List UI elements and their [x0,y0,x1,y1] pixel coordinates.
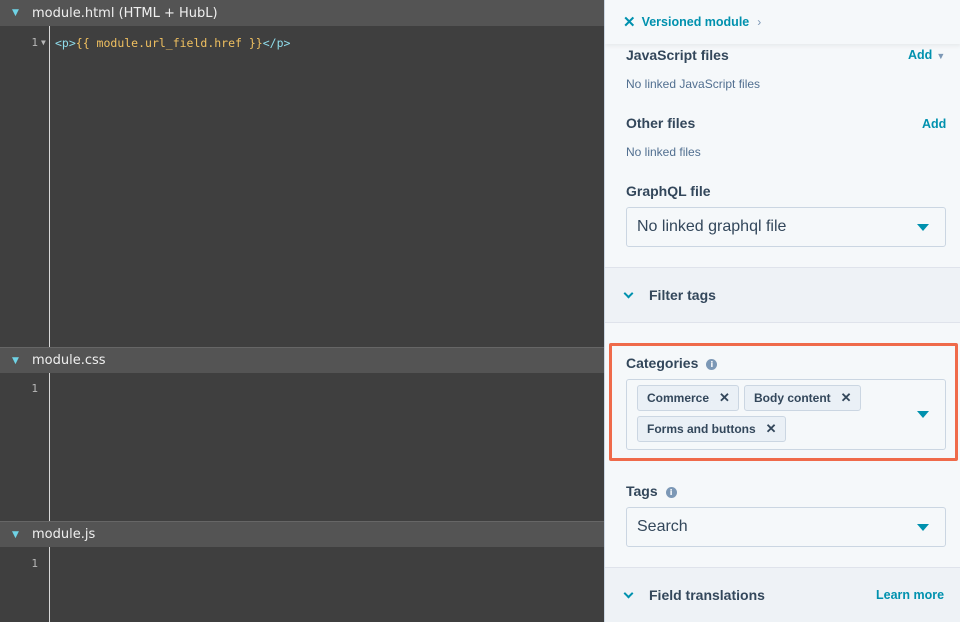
other-files-empty-text: No linked files [626,145,701,159]
fold-arrow-icon[interactable]: ▼ [41,35,46,51]
caret-down-icon [917,524,929,531]
js-pane: ▼ module.js 1 [0,521,604,622]
caret-down-icon [917,224,929,231]
chip-label: Commerce [647,391,710,405]
info-icon[interactable]: i [665,487,677,498]
divider [605,322,960,323]
filter-tags-title: Filter tags [649,287,716,303]
js-pane-body[interactable]: 1 [0,547,604,622]
code-line[interactable]: 1 ▼ <p>{{ module.url_field.href }}</p> [0,35,604,51]
tags-search-select[interactable]: Search [626,507,946,547]
js-pane-header[interactable]: ▼ module.js [0,521,604,547]
add-other-file-button[interactable]: Add [922,117,946,131]
html-pane-title: module.html (HTML + HubL) [32,5,218,21]
chip-label: Forms and buttons [647,422,756,436]
css-pane-body[interactable]: 1 [0,373,604,521]
learn-more-link[interactable]: Learn more [876,588,944,602]
category-chip-commerce: Commerce ✕ [637,385,739,411]
categories-title: Categories i [626,355,718,371]
graphql-file-select-value: No linked graphql file [637,218,787,235]
field-translations-accordion[interactable]: Field translations Learn more [605,568,960,622]
css-pane-header[interactable]: ▼ module.css [0,347,604,373]
code-line[interactable]: 1 [0,556,604,572]
graphql-file-title: GraphQL file [626,183,711,199]
module-settings-sidebar: ✕ Versioned module › JavaScript files Ad… [604,0,960,622]
add-label: Add [908,48,933,62]
code-editor: ▼ module.html (HTML + HubL) 1 ▼ <p>{{ mo… [0,0,604,622]
caret-down-icon[interactable] [917,411,929,418]
line-number: 1 [31,382,38,395]
chevron-down-icon [623,588,634,599]
categories-multiselect[interactable]: Commerce ✕ Body content ✕ Forms and butt… [626,379,946,450]
html-pane-body[interactable]: 1 ▼ <p>{{ module.url_field.href }}</p> [0,26,604,347]
versioned-module-link[interactable]: Versioned module [642,15,750,29]
add-javascript-file-button[interactable]: Add ▼ [908,48,945,62]
chip-label: Body content [754,391,831,405]
caret-down-icon: ▼ [936,51,946,61]
remove-chip-icon[interactable]: ✕ [719,390,730,406]
field-translations-title: Field translations [649,587,765,603]
graphql-file-select[interactable]: No linked graphql file [626,207,946,247]
css-pane-title: module.css [32,353,106,368]
chevron-down-icon[interactable]: ▼ [12,8,32,18]
html-pane: ▼ module.html (HTML + HubL) 1 ▼ <p>{{ mo… [0,0,604,347]
code-text: <p>{{ module.url_field.href }}</p> [55,36,291,50]
css-pane: ▼ module.css 1 [0,347,604,521]
chevron-down-icon [623,288,634,299]
chevron-down-icon[interactable]: ▼ [12,356,32,366]
close-x-icon[interactable]: ✕ [623,13,636,31]
line-gutter [0,26,50,347]
javascript-files-title: JavaScript files [626,47,729,63]
other-files-title: Other files [626,115,696,131]
code-line[interactable]: 1 [0,381,604,397]
remove-chip-icon[interactable]: ✕ [766,421,777,437]
javascript-files-empty-text: No linked JavaScript files [626,77,761,91]
line-number: 1 [31,36,38,49]
tags-title: Tags i [626,483,677,499]
sidebar-topbar: ✕ Versioned module › [605,0,960,44]
category-chip-forms-and-buttons: Forms and buttons ✕ [637,416,786,442]
tags-search-placeholder: Search [637,518,688,535]
filter-tags-accordion[interactable]: Filter tags [605,268,960,322]
chevron-down-icon[interactable]: ▼ [12,530,32,540]
info-icon[interactable]: i [706,359,718,370]
remove-chip-icon[interactable]: ✕ [841,390,852,406]
line-number: 1 [31,557,38,570]
category-chip-body-content: Body content ✕ [744,385,861,411]
js-pane-title: module.js [32,527,96,542]
chevron-right-icon[interactable]: › [757,15,761,29]
html-pane-header[interactable]: ▼ module.html (HTML + HubL) [0,0,604,26]
